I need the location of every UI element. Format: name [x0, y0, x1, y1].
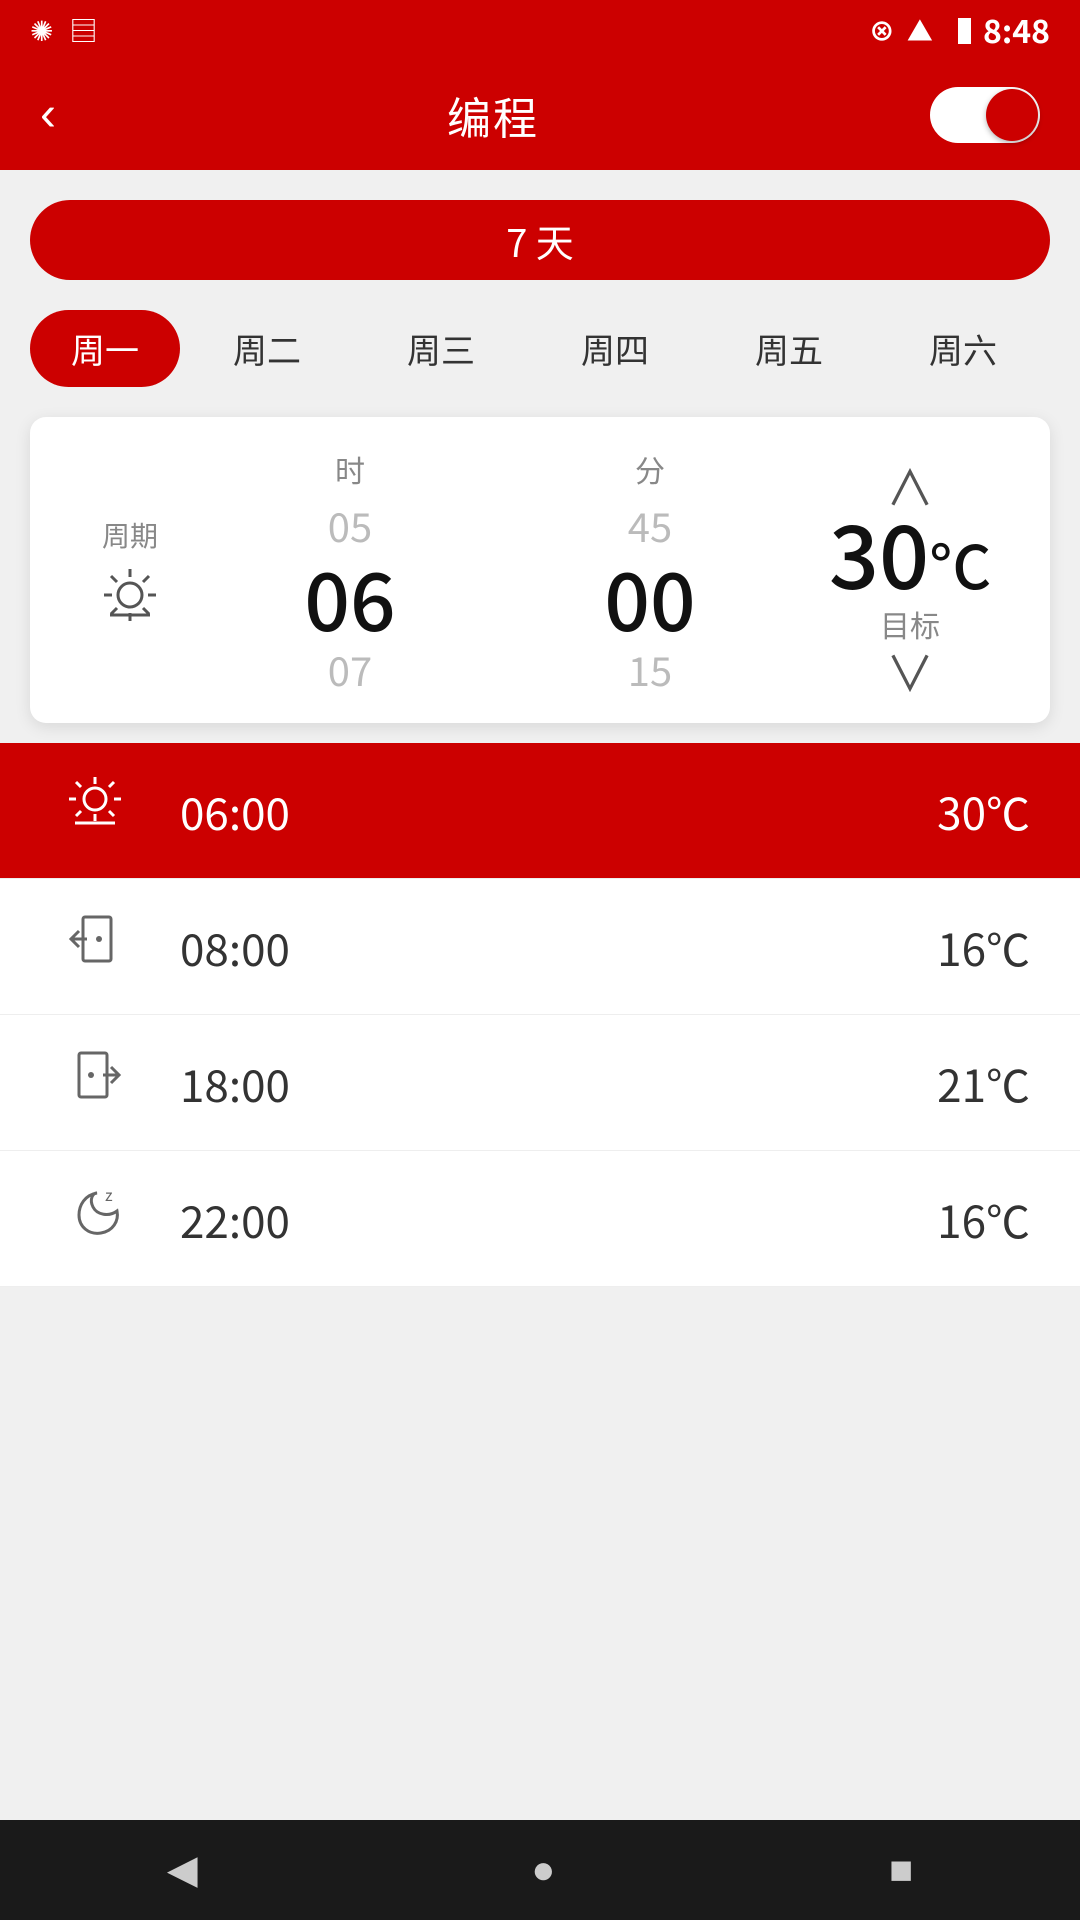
door-in-icon [50, 909, 140, 984]
clock: 8:48 [983, 7, 1050, 53]
status-icons: ✺ ▤ [30, 10, 97, 50]
schedule-row-0[interactable]: 06:00 30℃ [0, 743, 1080, 879]
hour-below: 07 [328, 645, 372, 693]
tab-tuesday[interactable]: 周二 [180, 314, 354, 383]
hour-picker[interactable]: 时 05 06 07 [210, 447, 490, 693]
door-out-icon [50, 1045, 140, 1120]
nav-back-button[interactable]: ◀ [167, 1847, 198, 1893]
temp-down-button[interactable]: ∨ [886, 646, 934, 694]
status-bar: ✺ ▤ ⊗ ▲ ▐ 8:48 [0, 0, 1080, 60]
schedule-row-2[interactable]: 18:00 21℃ [0, 1015, 1080, 1151]
schedule-time-3: 22:00 [180, 1187, 937, 1251]
days-pill-wrap: 7 天 [0, 170, 1080, 290]
signal-icon: ▲ [907, 12, 933, 49]
minute-picker[interactable]: 分 45 00 15 [510, 447, 790, 693]
picker-period: 周期 [70, 515, 190, 625]
minute-label: 分 [635, 447, 665, 491]
minute-column: 45 00 15 [604, 501, 695, 693]
minute-below: 15 [628, 645, 672, 693]
schedule-list: 06:00 30℃ 08:00 16℃ [0, 743, 1080, 1287]
battery-icon: ▐ [945, 12, 971, 49]
status-right: ⊗ ▲ ▐ 8:48 [869, 7, 1050, 53]
hour-current: 06 [304, 553, 395, 641]
schedule-time-1: 08:00 [180, 915, 937, 979]
page-title: 编程 [447, 83, 539, 147]
minute-current: 00 [604, 553, 695, 641]
tab-wednesday[interactable]: 周三 [354, 314, 528, 383]
schedule-time-2: 18:00 [180, 1051, 937, 1115]
spinner-icon: ✺ [30, 10, 53, 50]
enable-toggle[interactable] [930, 87, 1040, 143]
schedule-row-3[interactable]: z 22:00 16℃ [0, 1151, 1080, 1287]
day-tabs: 周一 周二 周三 周四 周五 周六 [0, 290, 1080, 407]
nav-menu-button[interactable]: ■ [889, 1848, 913, 1893]
temp-display: 30°C 目标 [829, 508, 991, 646]
schedule-temp-1: 16℃ [937, 915, 1030, 979]
header: ‹ 编程 [0, 60, 1080, 170]
hour-column: 05 06 07 [304, 501, 395, 693]
temp-value: 30°C [829, 508, 991, 596]
schedule-temp-3: 16℃ [937, 1187, 1030, 1251]
wifi-icon: ⊗ [869, 12, 895, 49]
sim-icon: ▤ [69, 10, 97, 50]
sun-icon [100, 565, 160, 625]
period-label: 周期 [102, 515, 158, 555]
toggle-knob [986, 89, 1038, 141]
schedule-time-0: 06:00 [180, 779, 937, 843]
tab-monday[interactable]: 周一 [30, 310, 180, 387]
moon-icon: z [50, 1181, 140, 1256]
content-area: 7 天 周一 周二 周三 周四 周五 周六 周期 [0, 170, 1080, 1920]
schedule-temp-0: 30℃ [937, 779, 1030, 843]
time-picker-card: 周期 时 05 06 07 [30, 417, 1050, 723]
nav-home-button[interactable]: ● [531, 1848, 555, 1893]
tab-saturday[interactable]: 周六 [876, 314, 1050, 383]
bottom-nav: ◀ ● ■ [0, 1820, 1080, 1920]
svg-text:z: z [105, 1182, 113, 1206]
back-button[interactable]: ‹ [40, 91, 56, 139]
schedule-row-1[interactable]: 08:00 16℃ [0, 879, 1080, 1015]
hour-label: 时 [335, 447, 365, 491]
tab-thursday[interactable]: 周四 [528, 314, 702, 383]
days-label: 7 天 [506, 213, 574, 268]
schedule-temp-2: 21℃ [937, 1051, 1030, 1115]
temp-picker: ∧ 30°C 目标 ∨ [810, 460, 1010, 680]
days-pill[interactable]: 7 天 [30, 200, 1050, 280]
sun-schedule-icon [50, 773, 140, 848]
tab-friday[interactable]: 周五 [702, 314, 876, 383]
